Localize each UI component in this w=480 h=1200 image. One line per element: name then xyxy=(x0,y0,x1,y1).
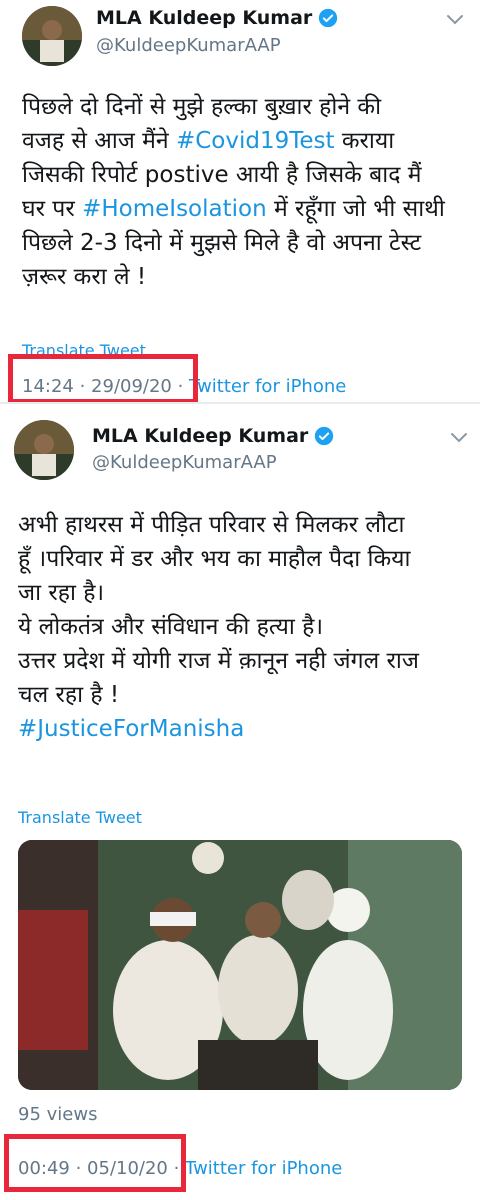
tweet-text-line: ज़रूर करा ले ! xyxy=(22,260,472,294)
author-name[interactable]: MLA Kuldeep Kumar xyxy=(96,7,312,29)
author-handle[interactable]: @KuldeepKumarAAP xyxy=(92,452,277,473)
tweet-text-line: जिसकी रिपोर्ट postive आयी है जिसके बाद म… xyxy=(22,158,472,192)
tweet-text-segment: ये लोकतंत्र और संविधान की हत्या है। xyxy=(18,614,324,640)
verified-badge-icon xyxy=(315,426,334,446)
tweet-text-segment: पिछले दो दिनों से मुझे हल्का बुख़ार होने… xyxy=(22,94,382,120)
author-avatar[interactable] xyxy=(14,420,74,480)
translate-tweet-link[interactable]: Translate Tweet xyxy=(18,808,142,827)
highlight-box xyxy=(8,354,198,404)
author-avatar[interactable] xyxy=(22,6,82,66)
tweet-text-segment: वजह से आज मैंने xyxy=(22,128,176,154)
verified-badge-icon xyxy=(319,8,338,28)
source-link[interactable]: Twitter for iPhone xyxy=(185,1158,342,1179)
tweet-text-segment: में रहूँगा जो भी साथी xyxy=(266,196,445,222)
author-name[interactable]: MLA Kuldeep Kumar xyxy=(92,425,308,447)
tweet-text: अभी हाथरस में पीड़ित परिवार से मिलकर लौट… xyxy=(18,508,468,746)
tweet-1[interactable]: MLA Kuldeep Kumar @KuldeepKumarAAP पिछले… xyxy=(0,0,480,404)
chevron-down-icon[interactable] xyxy=(450,432,468,444)
tweet-text-line: #JusticeForManisha xyxy=(18,712,468,746)
tweet-photo[interactable] xyxy=(18,840,462,1090)
tweet-text-segment: चल रहा है ! xyxy=(18,682,120,708)
tweet-text-segment: पिछले 2-3 दिनो में मुझसे मिले है वो अपना… xyxy=(22,230,422,256)
tweet-text-segment: हूँ ।परिवार में डर और भय का माहौल पैदा क… xyxy=(18,546,411,572)
tweet-text-segment: ज़रूर करा ले ! xyxy=(22,264,147,290)
author-name-row[interactable]: MLA Kuldeep Kumar xyxy=(96,7,338,29)
author-handle[interactable]: @KuldeepKumarAAP xyxy=(96,35,281,56)
photo-image-icon xyxy=(18,840,462,1090)
tweet-text-line: जा रहा है। xyxy=(18,576,468,610)
tweet-text-line: वजह से आज मैंने #Covid19Test कराया xyxy=(22,124,472,158)
tweet-text-line: ये लोकतंत्र और संविधान की हत्या है। xyxy=(18,610,468,644)
tweet-text-line: हूँ ।परिवार में डर और भय का माहौल पैदा क… xyxy=(18,542,468,576)
view-count: 95 views xyxy=(18,1104,98,1125)
tweet-text-line: अभी हाथरस में पीड़ित परिवार से मिलकर लौट… xyxy=(18,508,468,542)
tweet-text-line: पिछले 2-3 दिनो में मुझसे मिले है वो अपना… xyxy=(22,226,472,260)
hashtag-link[interactable]: #HomeIsolation xyxy=(82,196,267,222)
tweet-text-segment: अभी हाथरस में पीड़ित परिवार से मिलकर लौट… xyxy=(18,512,405,538)
tweet-text-line: उत्तर प्रदेश में योगी राज में क़ानून नही… xyxy=(18,644,468,678)
tweet-text: पिछले दो दिनों से मुझे हल्का बुख़ार होने… xyxy=(22,90,472,294)
tweet-text-line: चल रहा है ! xyxy=(18,678,468,712)
author-name-row[interactable]: MLA Kuldeep Kumar xyxy=(92,425,334,447)
tweet-text-segment: उत्तर प्रदेश में योगी राज में क़ानून नही… xyxy=(18,648,419,674)
chevron-down-icon[interactable] xyxy=(446,14,464,26)
tweet-text-line: घर पर #HomeIsolation में रहूँगा जो भी सा… xyxy=(22,192,472,226)
avatar-photo-icon xyxy=(14,420,74,480)
source-link[interactable]: Twitter for iPhone xyxy=(189,376,346,397)
highlight-box xyxy=(4,1134,186,1192)
tweet-text-segment: घर पर xyxy=(22,196,83,222)
hashtag-link[interactable]: #Covid19Test xyxy=(176,128,335,154)
tweet-text-segment: कराया xyxy=(334,128,395,154)
tweet-divider xyxy=(0,402,480,404)
tweet-2[interactable]: MLA Kuldeep Kumar @KuldeepKumarAAP अभी ह… xyxy=(0,408,480,1200)
avatar-photo-icon xyxy=(22,6,82,66)
tweet-text-line: पिछले दो दिनों से मुझे हल्का बुख़ार होने… xyxy=(22,90,472,124)
tweet-text-segment: जिसकी रिपोर्ट postive आयी है जिसके बाद म… xyxy=(22,162,422,188)
tweet-text-segment: जा रहा है। xyxy=(18,580,105,606)
hashtag-link[interactable]: #JusticeForManisha xyxy=(18,716,244,742)
